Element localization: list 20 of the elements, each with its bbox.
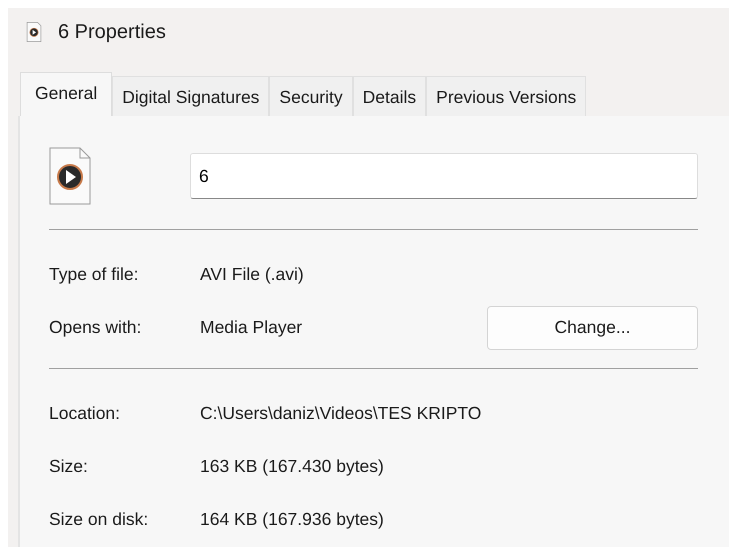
field-value: 164 KB (167.936 bytes) xyxy=(200,509,385,530)
field-label: Size on disk: xyxy=(49,509,150,530)
file-name-field[interactable]: 6 xyxy=(190,153,698,199)
tab[interactable]: Security xyxy=(269,76,353,116)
field-label: Location: xyxy=(49,403,122,424)
field-value: AVI File (.avi) xyxy=(200,264,305,285)
video-file-icon xyxy=(49,147,91,205)
change-button[interactable]: Change... xyxy=(487,306,698,350)
field-value: 163 KB (167.430 bytes) xyxy=(200,456,385,477)
field-value: Media Player xyxy=(200,317,304,338)
field-label: Type of file: xyxy=(49,264,140,285)
field-label: Opens with: xyxy=(49,317,142,338)
field-label: Size: xyxy=(49,456,89,477)
tab[interactable]: Previous Versions xyxy=(426,76,586,116)
tab[interactable]: Details xyxy=(352,76,426,116)
tab[interactable]: Digital Signatures xyxy=(112,76,270,116)
tab[interactable]: General xyxy=(20,72,112,116)
window-title: 6 Properties xyxy=(58,20,166,44)
file-icon xyxy=(26,22,42,42)
field-value: C:\Users\daniz\Videos\TES KRIPTO xyxy=(200,403,482,424)
